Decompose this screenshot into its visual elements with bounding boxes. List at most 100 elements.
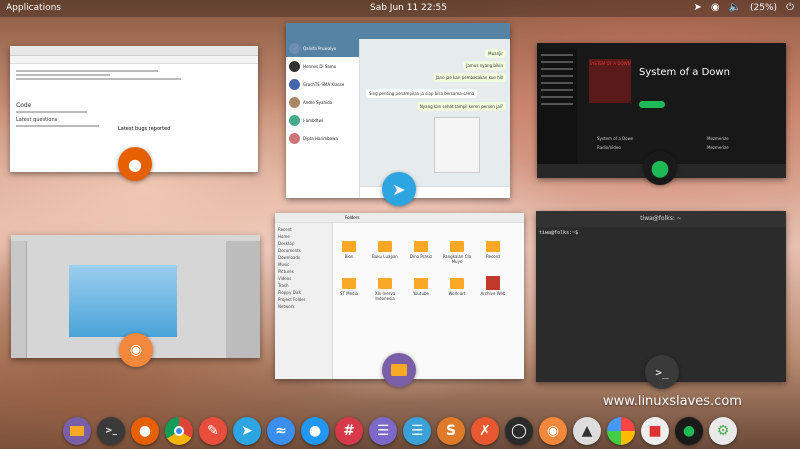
chat-dock-icon[interactable]: ●: [301, 416, 329, 445]
message: Jamus nyang bikin: [463, 61, 506, 70]
sidebar-item[interactable]: Trash: [278, 282, 329, 289]
location-bar[interactable]: Folders: [345, 215, 359, 220]
terminal-prompt[interactable]: tiwa@folks:~$: [536, 227, 786, 239]
chat-item[interactable]: Qalisfa Pruwalyo: [286, 39, 359, 57]
sidebar-item[interactable]: Downloads: [278, 254, 329, 261]
track-album: Mezmerize: [707, 136, 729, 141]
sidebar-item[interactable]: Pictures: [278, 268, 329, 275]
sidebar-item[interactable]: Desktop: [278, 240, 329, 247]
sidebar-item[interactable]: Music: [278, 261, 329, 268]
chat-item[interactable]: Dipta Harimbawa: [286, 129, 359, 147]
chat-item[interactable]: Andre Syahido: [286, 93, 359, 111]
battery-label[interactable]: (25%): [750, 2, 777, 14]
gimp-toolbox[interactable]: [11, 241, 27, 358]
terminal-dock-icon[interactable]: >_: [97, 416, 125, 445]
messenger-dock-icon[interactable]: ≈: [267, 416, 295, 445]
folder-icon[interactable]: [342, 278, 356, 289]
files-badge-icon: [382, 353, 416, 387]
terminal-badge-icon: >_: [645, 355, 679, 389]
telegram-header: [286, 23, 510, 39]
message: Jane jae kan pembacakan kue hill: [432, 73, 506, 82]
folder-icon[interactable]: [378, 241, 392, 252]
folder-label: Dino Prasiz: [409, 254, 433, 259]
archive-file-icon[interactable]: [486, 276, 500, 290]
terminal-title: tiwa@folks: ~: [536, 211, 786, 227]
firefox-tab-bar: [10, 46, 258, 56]
track-row[interactable]: System of a Down: [597, 136, 633, 141]
writer-dock-icon[interactable]: ✎: [199, 416, 227, 445]
telegram-badge-icon: ➤: [382, 172, 416, 206]
xampp-dock-icon[interactable]: ✗: [471, 416, 499, 445]
folder-label: ST Media: [339, 291, 359, 296]
files-sidebar[interactable]: Recent Home Desktop Documents Downloads …: [275, 223, 333, 379]
sidebar-item[interactable]: Floppy Disk: [278, 289, 329, 296]
folder-icon[interactable]: [414, 241, 428, 252]
questions-heading: Latest questions: [16, 117, 58, 123]
folder-label: Xin Inerva Indonesia: [374, 291, 396, 301]
track-album: Mezmerize: [707, 145, 729, 150]
bugs-heading: Latest bugs reported: [118, 126, 171, 132]
chat-item[interactable]: Hennes Di Samu: [286, 57, 359, 75]
sidebar-item[interactable]: Recent: [278, 226, 329, 233]
spotify-dock-icon[interactable]: ●: [675, 416, 703, 445]
message: Muanjir: [485, 49, 506, 58]
artist-title: System of a Down: [639, 67, 730, 78]
files-dock-icon[interactable]: [63, 416, 91, 445]
spotify-sidebar[interactable]: [537, 49, 577, 164]
notes-dock-icon[interactable]: ☰: [403, 416, 431, 445]
top-panel: Applications Sab Jun 11 22:55 ➤ ◉ 🔈 (25%…: [0, 0, 800, 17]
power-icon[interactable]: ⏻: [786, 2, 794, 14]
folder-label: Record: [486, 254, 500, 259]
telegram-dock-icon[interactable]: ➤: [233, 416, 261, 445]
gimp-canvas[interactable]: [69, 265, 177, 337]
chrome-dock-icon[interactable]: [165, 416, 193, 445]
spotify-badge-icon: ●: [643, 151, 677, 185]
sidebar-item[interactable]: Network: [278, 303, 329, 310]
sidebar-item[interactable]: Videos: [278, 275, 329, 282]
message: Nyang kan sehat tampil keren persen jal?: [416, 102, 506, 111]
meme-image: [434, 117, 480, 173]
system-tray: ➤ ◉ 🔈 (25%) ⏻: [693, 2, 794, 14]
sidebar-item[interactable]: Documents: [278, 247, 329, 254]
photos-dock-icon[interactable]: [607, 416, 635, 445]
hashtag-dock-icon[interactable]: #: [335, 416, 363, 445]
gimp-badge-icon: ◉: [119, 333, 153, 367]
folder-label: Work art: [448, 291, 466, 296]
telegram-tray-icon[interactable]: ➤: [693, 2, 701, 14]
folder-label: Pangkalan Cla Muyo: [442, 254, 472, 264]
files-toolbar: Folders: [275, 213, 524, 223]
folder-icon[interactable]: [486, 241, 500, 252]
firefox-url-bar[interactable]: [10, 56, 258, 64]
volume-icon[interactable]: 🔈: [729, 2, 741, 14]
folder-icon[interactable]: [450, 241, 464, 252]
clock[interactable]: Sab Jun 11 22:55: [370, 3, 447, 13]
firefox-dock-icon[interactable]: ●: [131, 416, 159, 445]
folder-icon[interactable]: [378, 278, 392, 289]
play-button[interactable]: [639, 101, 665, 108]
folder-label: Archive Web: [480, 291, 506, 296]
sidebar-item[interactable]: Home: [278, 233, 329, 240]
reader-dock-icon[interactable]: ■: [641, 416, 669, 445]
chat-area: Muanjir Jamus nyang bikin Jane jae kan p…: [360, 39, 510, 198]
chat-item[interactable]: I-ambdtwi: [286, 111, 359, 129]
wifi-icon[interactable]: ◉: [711, 2, 720, 14]
sublime-dock-icon[interactable]: S: [437, 416, 465, 445]
applications-menu[interactable]: Applications: [6, 3, 61, 13]
folder-icon[interactable]: [342, 241, 356, 252]
folder-label: Youtube: [413, 291, 429, 296]
obs-dock-icon[interactable]: ◯: [505, 416, 533, 445]
chat-item[interactable]: GrachTE-SMA Klasse: [286, 75, 359, 93]
folder-label: Bion: [344, 254, 354, 259]
gimp-layers-panel[interactable]: [226, 241, 260, 358]
inkscape-dock-icon[interactable]: ▲: [573, 416, 601, 445]
folder-icon[interactable]: [414, 278, 428, 289]
chat-list[interactable]: Qalisfa Pruwalyo Hennes Di Samu GrachTE-…: [286, 39, 360, 198]
gimp-dock-icon[interactable]: ◉: [539, 416, 567, 445]
document-dock-icon[interactable]: ☰: [369, 416, 397, 445]
folder-label: Buku Luapan: [372, 254, 398, 259]
folder-icon[interactable]: [450, 278, 464, 289]
settings-dock-icon[interactable]: ⚙: [709, 416, 737, 445]
sidebar-item[interactable]: Project Folder: [278, 296, 329, 303]
watermark: www.linuxslaves.com: [603, 394, 742, 409]
track-row[interactable]: Radio/Video: [597, 145, 621, 150]
